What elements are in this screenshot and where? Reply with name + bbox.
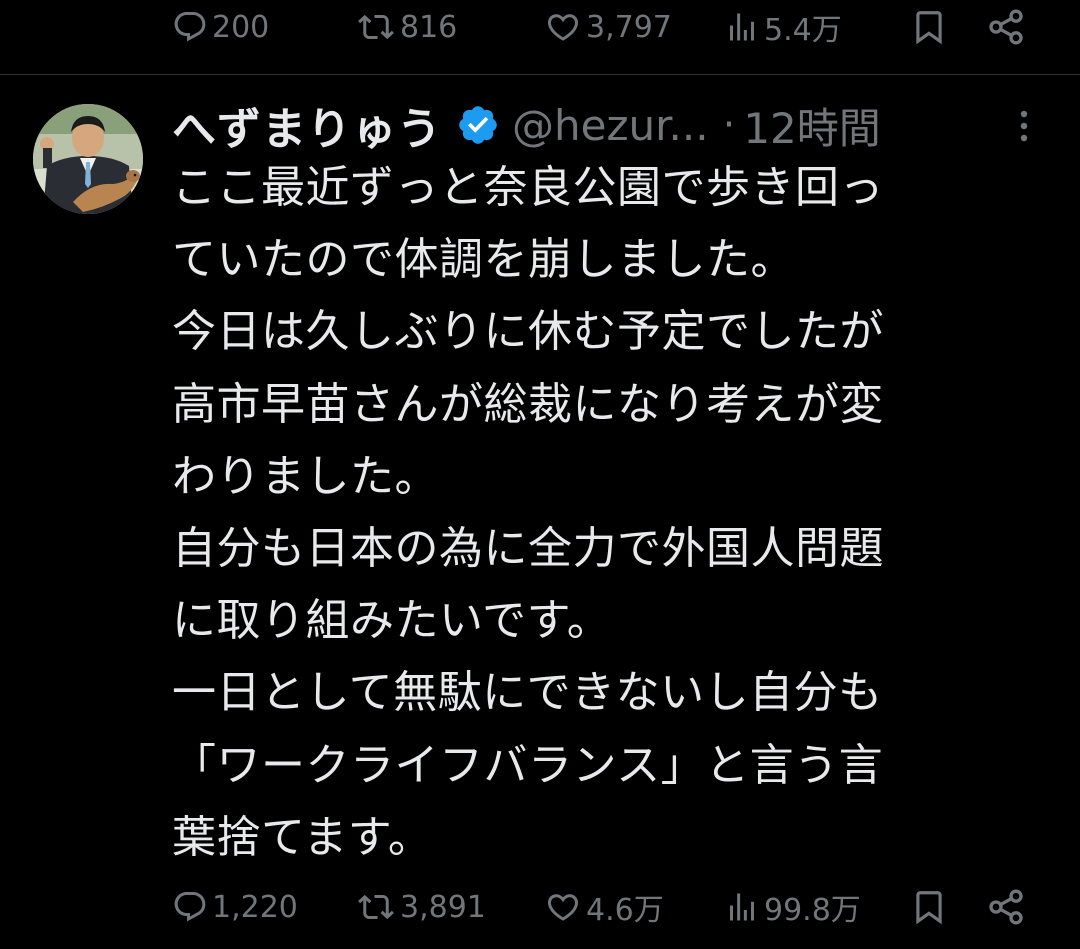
like-icon [547,894,579,921]
more-options-icon [1020,110,1028,142]
retweet-icon [358,14,394,40]
bookmark-button[interactable] [910,2,948,52]
views-icon [730,13,754,41]
separator-dot: · [722,102,736,148]
share-button[interactable] [986,882,1026,932]
retweet-button[interactable]: 816 [356,2,457,52]
reply-button[interactable]: 1,220 [172,882,298,932]
like-button[interactable]: 3,797 [544,2,672,52]
views-icon [730,893,754,921]
avatar-photo [33,104,143,214]
reply-count: 1,220 [212,889,298,925]
reply-icon [174,12,206,42]
bookmark-icon [916,11,942,45]
timestamp[interactable]: 12時間 [743,95,880,156]
retweet-icon [358,894,394,920]
like-count: 3,797 [586,9,672,45]
retweet-count: 816 [400,9,458,45]
tweet-text-line: に取り組みたいです。 [172,595,612,647]
reply-button[interactable]: 200 [172,2,269,52]
tweet-text-line: 一日として無駄にできないし自分も [172,667,883,719]
reply-icon [174,892,206,922]
like-count: 4.6万 [586,893,664,928]
tweet-text-line: 葉捨てます。 [172,811,433,863]
views-button[interactable]: 99.8万 [724,882,861,932]
avatar[interactable] [33,104,143,214]
share-icon [989,889,1023,925]
verified-badge-icon[interactable] [456,103,500,147]
tweet-header: へずまりゅう @hezur... · 12時間 [172,94,1052,156]
tweet-text-line: 今日は久しぶりに休む予定でしたが [172,306,884,358]
share-button[interactable] [986,2,1026,52]
tweet-text-line: 自分も日本の為に全力で外国人問題 [172,523,884,575]
reply-count: 200 [212,9,270,45]
retweet-button[interactable]: 3,891 [356,882,486,932]
tweet-text: ここ最近ずっと奈良公園で歩き回っ ていたので体調を崩しました。 今日は久しぶりに… [172,152,1052,874]
bookmark-button[interactable] [910,882,948,932]
like-icon [547,14,579,41]
tweet-text-line: 「ワークライフバランス」と言う言 [172,739,884,791]
views-button[interactable]: 5.4万 [724,2,842,52]
like-button[interactable]: 4.6万 [544,882,664,932]
tweet-text-line: わりました。 [172,450,439,502]
tweet-text-line: 高市早苗さんが総裁になり考えが変 [172,378,884,430]
tweet-text-line: ここ最近ずっと奈良公園で歩き回っ [172,162,884,213]
display-name[interactable]: へずまりゅう [172,93,442,157]
more-options-button[interactable] [1008,104,1040,148]
share-icon [989,9,1023,45]
handle[interactable]: @hezur... [512,101,709,150]
tweet-divider [0,74,1080,75]
retweet-count: 3,891 [400,889,486,925]
bookmark-icon [916,891,942,925]
tweet-action-bar: 1,220 3,891 4.6万 99.8万 [0,882,1080,932]
views-count: 5.4万 [764,13,842,48]
previous-tweet-action-bar: 200 816 3,797 5.4万 [0,2,1080,52]
views-count: 99.8万 [764,893,861,928]
timeline: 200 816 3,797 5.4万 へずまりゅう @hezur... · 12… [0,0,1080,949]
tweet-text-line: ていたので体調を崩しました。 [172,234,795,286]
